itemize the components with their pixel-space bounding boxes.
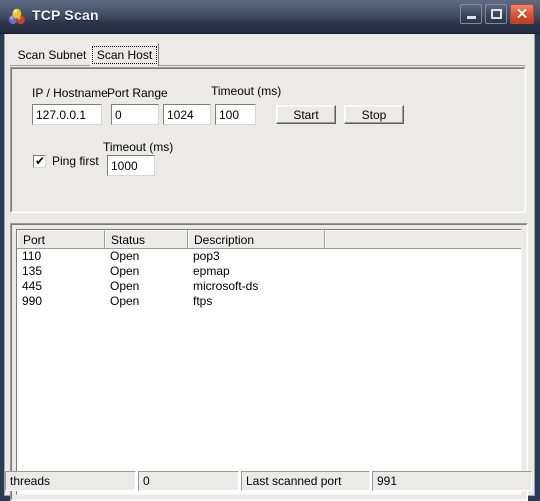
tab-scan-host[interactable]: Scan Host [90,43,159,66]
maximize-icon [491,9,502,19]
status-threads-value: 0 [138,471,239,491]
tab-scan-host-label: Scan Host [91,46,158,64]
ping-timeout-label: Timeout (ms) [103,140,174,154]
column-header-extra[interactable] [325,230,521,248]
cell-extra [325,249,521,264]
cell-description: epmap [193,264,230,278]
maximize-button[interactable] [485,4,507,24]
stop-button[interactable]: Stop [344,105,404,124]
results-body: 110 Open pop3 135 Open epmap 445 Open mi… [17,249,521,494]
tab-strip: Scan Subnet Scan Host [10,43,525,66]
ping-first-checkbox[interactable]: ✔ Ping first [33,154,99,168]
port-range-label: Port Range [107,86,168,100]
results-listview[interactable]: Port Status Description 110 Open pop3 13… [16,229,522,495]
tab-scan-subnet[interactable]: Scan Subnet [14,45,90,65]
port-from-input[interactable] [111,104,159,125]
table-row[interactable]: 445 Open microsoft-ds [17,279,521,294]
status-last-port-label: Last scanned port [241,471,370,491]
cell-extra [325,294,521,309]
status-threads-label: threads [5,471,136,491]
cell-status: Open [110,264,140,278]
status-last-port-value: 991 [372,471,532,491]
tab-scan-subnet-label: Scan Subnet [17,48,87,62]
cell-port: 135 [22,264,43,278]
check-icon: ✔ [35,153,46,168]
table-row[interactable]: 135 Open epmap [17,264,521,279]
ip-hostname-input[interactable] [32,104,102,125]
cell-description: ftps [193,294,213,308]
cell-port: 445 [22,279,43,293]
scan-options-panel: IP / Hostname Port Range Timeout (ms) St… [10,67,526,213]
close-icon: ✕ [515,5,529,23]
results-panel: Port Status Description 110 Open pop3 13… [10,223,528,501]
ping-timeout-input[interactable] [107,155,155,176]
cell-status: Open [110,249,140,263]
timeout-label: Timeout (ms) [211,84,282,98]
tcp-scan-window: TCP Scan ✕ Scan Subnet Scan Host IP / Ho… [0,0,540,501]
checkbox-box: ✔ [33,153,46,168]
ip-hostname-label: IP / Hostname [32,86,108,100]
balloons-icon [7,7,27,27]
cell-description: microsoft-ds [193,279,259,293]
cell-status: Open [110,279,140,293]
ping-first-label: Ping first [52,154,99,168]
title-bar[interactable]: TCP Scan ✕ [0,0,540,34]
cell-extra [325,279,521,294]
start-button[interactable]: Start [276,105,336,124]
client-area: Scan Subnet Scan Host IP / Hostname Port… [5,35,534,501]
cell-extra [325,264,521,279]
tab-underline [10,65,525,66]
window-controls: ✕ [460,4,534,24]
cell-port: 990 [22,294,43,308]
minimize-icon [467,16,476,19]
port-to-input[interactable] [163,104,211,125]
cell-description: pop3 [193,249,220,263]
status-bar: threads 0 Last scanned port 991 [5,471,534,493]
column-header-description[interactable]: Description [188,230,325,248]
close-button[interactable]: ✕ [510,4,534,24]
window-title: TCP Scan [32,7,99,23]
column-header-status[interactable]: Status [105,230,188,248]
results-header-row: Port Status Description [17,230,521,249]
table-row[interactable]: 990 Open ftps [17,294,521,309]
cell-status: Open [110,294,140,308]
column-header-port[interactable]: Port [17,230,105,248]
minimize-button[interactable] [460,4,482,24]
timeout-input[interactable] [215,104,256,125]
table-row[interactable]: 110 Open pop3 [17,249,521,264]
cell-port: 110 [22,249,42,263]
